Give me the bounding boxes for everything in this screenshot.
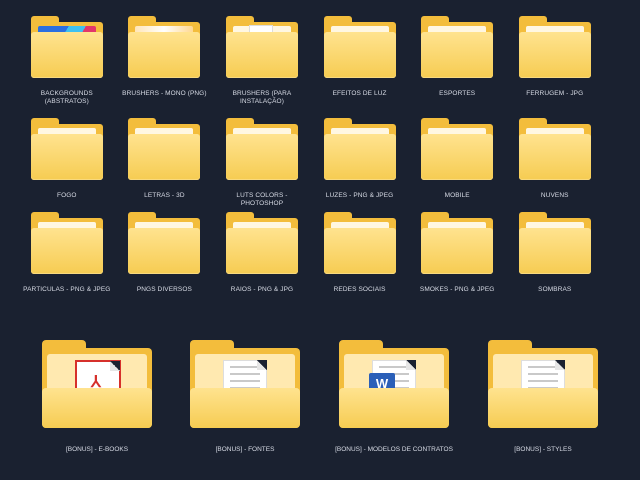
bonus-folder-contratos[interactable]: W [BONUS] - MODELOS DE CONTRATOS [329,340,459,453]
folder-label: LUTS COLORS - PHOTOSHOP [236,192,288,207]
folder-luzes[interactable]: LUZES - PNG & JPEG [311,118,409,212]
folder-luts-colors[interactable]: LUTS COLORS - PHOTOSHOP [213,118,311,212]
folder-label: [BONUS] - MODELOS DE CONTRATOS [335,446,453,453]
folder-brushers-instalacao[interactable]: BRUSHERS (PARA INSTALAÇÃO) [213,16,311,118]
folder-smokes[interactable]: SMOKES - PNG & JPEG [408,212,506,306]
folder-label: [BONUS] - FONTES [215,446,275,453]
folder-brushers-mono[interactable]: BRUSHERS - MONO (PNG) [116,16,214,118]
folder-label: LUZES - PNG & JPEG [325,192,394,199]
folder-icon [487,340,599,428]
folder-raios[interactable]: RAIOS - PNG & JPG [213,212,311,306]
bonus-folder-fontes[interactable]: [BONUS] - FONTES [180,340,310,453]
folder-icon [127,118,201,180]
folder-label: [BONUS] - E-BOOKS [65,446,129,453]
folder-label: BACKGROUNDS (ABSTRATOS) [40,90,93,105]
folder-grid: BACKGROUNDS (ABSTRATOS) BRUSHERS - MONO … [18,16,604,306]
folder-label: EFEITOS DE LUZ [332,90,387,97]
folder-icon [30,118,104,180]
folder-label: FOGO [57,192,77,199]
folder-icon [225,16,299,78]
folder-label: MOBILE [444,192,470,199]
folder-icon [323,212,397,274]
folder-icon [420,16,494,78]
folder-label: FERRUGEM - JPG [526,90,584,97]
folder-label: SOMBRAS [538,286,572,293]
folder-label: PARTICULAS - PNG & JPEG [23,286,111,293]
folder-label: BRUSHERS (PARA INSTALAÇÃO) [232,90,292,105]
folder-label: BRUSHERS - MONO (PNG) [122,90,207,97]
folder-icon [30,212,104,274]
folder-label: [BONUS] - STYLES [514,446,572,453]
bonus-folder-styles[interactable]: [BONUS] - STYLES [478,340,608,453]
folder-esportes[interactable]: ESPORTES [408,16,506,118]
folder-icon: ⅄ [41,340,153,428]
folder-icon [225,118,299,180]
folder-label: LETRAS - 3D [144,192,185,199]
folder-label: ESPORTES [439,90,476,97]
folder-icon [518,118,592,180]
folder-label: REDES SOCIAIS [333,286,386,293]
folder-icon [518,16,592,78]
folder-pngs-diversos[interactable]: PNGs DIVERSOS [116,212,214,306]
folder-efeitos-de-luz[interactable]: EFEITOS DE LUZ [311,16,409,118]
folder-ferrugem[interactable]: FERRUGEM - JPG [506,16,604,118]
folder-icon [225,212,299,274]
folder-fogo[interactable]: FOGO [18,118,116,212]
bonus-folder-ebooks[interactable]: ⅄ [BONUS] - E-BOOKS [32,340,162,453]
folder-icon [323,118,397,180]
folder-icon [127,212,201,274]
folder-label: RAIOS - PNG & JPG [230,286,294,293]
folder-letras-3d[interactable]: LETRAS - 3D [116,118,214,212]
folder-icon [30,16,104,78]
folder-redes-sociais[interactable]: REDES SOCIAIS [311,212,409,306]
folder-particulas[interactable]: PARTICULAS - PNG & JPEG [18,212,116,306]
folder-backgrounds[interactable]: BACKGROUNDS (ABSTRATOS) [18,16,116,118]
folder-icon [518,212,592,274]
folder-icon [127,16,201,78]
folder-icon [420,118,494,180]
folder-icon: W [338,340,450,428]
folder-icon [189,340,301,428]
folder-mobile[interactable]: MOBILE [408,118,506,212]
folder-label: PNGs DIVERSOS [136,286,192,293]
folder-label: SMOKES - PNG & JPEG [419,286,495,293]
folder-nuvens[interactable]: NUVENS [506,118,604,212]
folder-sombras[interactable]: SOMBRAS [506,212,604,306]
folder-icon [420,212,494,274]
folder-label: NUVENS [540,192,569,199]
folder-icon [323,16,397,78]
